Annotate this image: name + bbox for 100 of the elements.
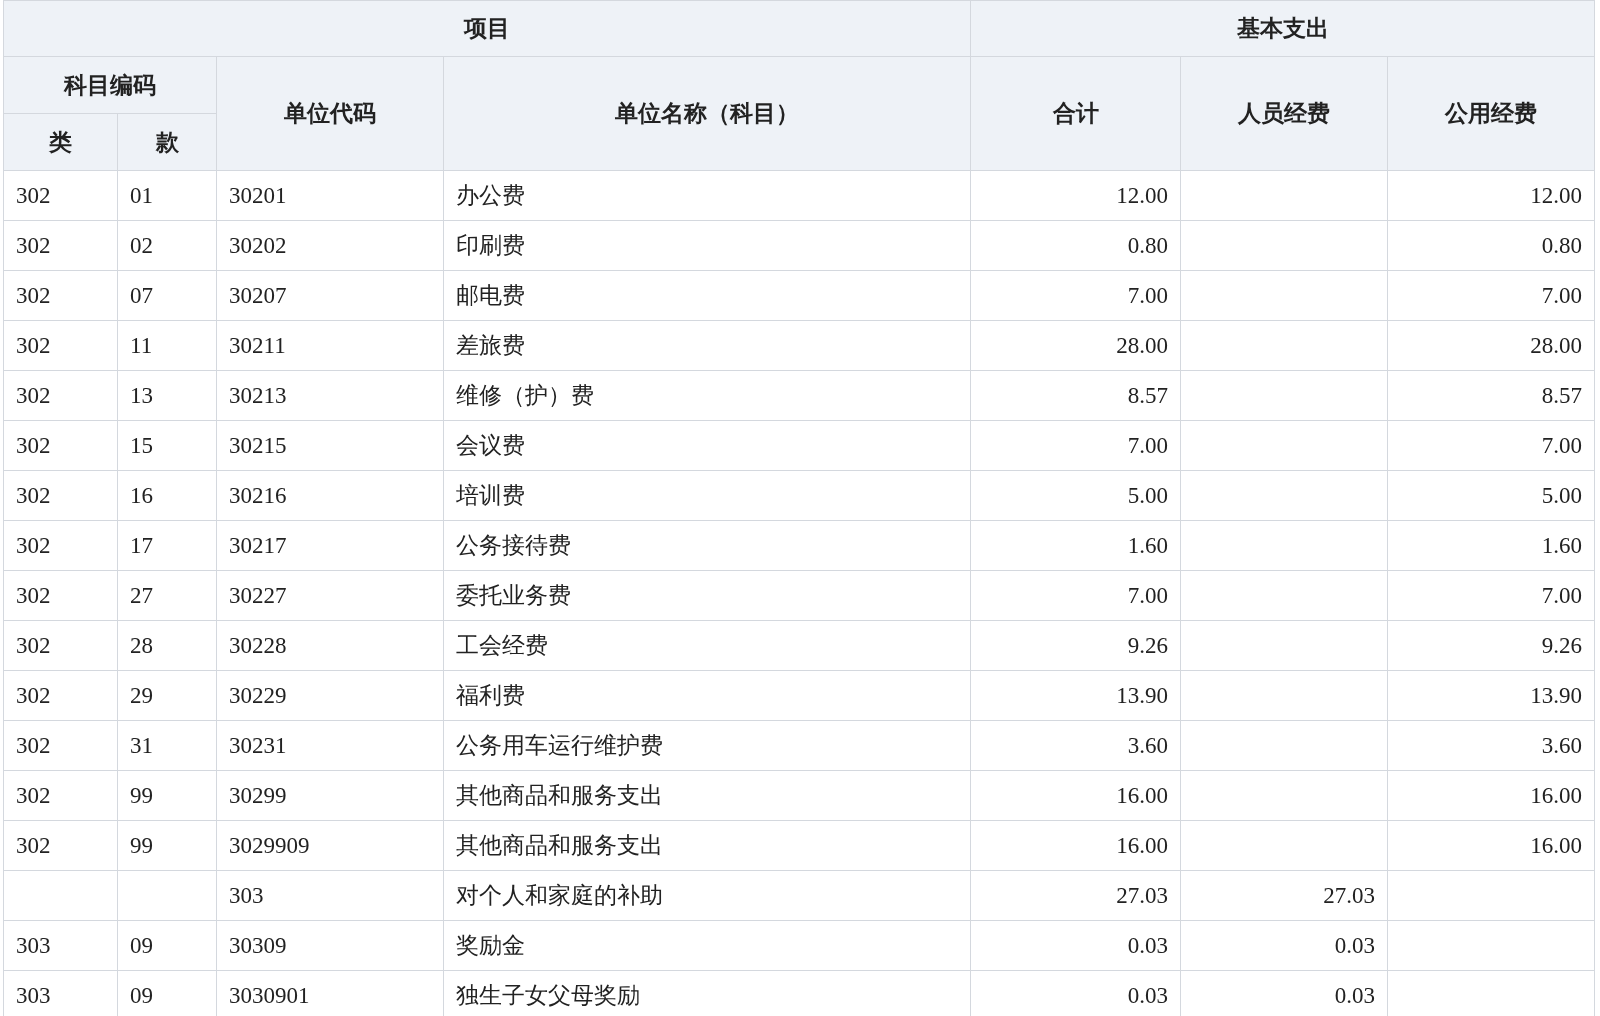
column-header: 基本支出 bbox=[970, 0, 1595, 57]
column-header: 公用经费 bbox=[1387, 56, 1595, 171]
table-cell: 302 bbox=[3, 470, 118, 521]
table-cell: 5.00 bbox=[1387, 470, 1595, 521]
table-cell: 30207 bbox=[216, 270, 444, 321]
table-cell: 09 bbox=[117, 920, 217, 971]
table-cell: 维修（护）费 bbox=[443, 370, 971, 421]
table-cell: 3.60 bbox=[1387, 720, 1595, 771]
table-cell: 3029909 bbox=[216, 820, 444, 871]
table-cell: 27.03 bbox=[1180, 870, 1388, 921]
table-cell: 28.00 bbox=[1387, 320, 1595, 371]
table-cell: 30229 bbox=[216, 670, 444, 721]
table-cell: 会议费 bbox=[443, 420, 971, 471]
table-cell: 16 bbox=[117, 470, 217, 521]
table-cell: 0.03 bbox=[970, 920, 1181, 971]
table-cell: 07 bbox=[117, 270, 217, 321]
table-cell: 对个人和家庭的补助 bbox=[443, 870, 971, 921]
table-cell: 29 bbox=[117, 670, 217, 721]
column-header: 单位名称（科目） bbox=[443, 56, 971, 171]
table-cell: 30215 bbox=[216, 420, 444, 471]
table-cell: 302 bbox=[3, 320, 118, 371]
table-cell: 27.03 bbox=[970, 870, 1181, 921]
table-cell: 工会经费 bbox=[443, 620, 971, 671]
table-cell: 28 bbox=[117, 620, 217, 671]
table-cell: 302 bbox=[3, 770, 118, 821]
table-cell: 差旅费 bbox=[443, 320, 971, 371]
table-cell: 30213 bbox=[216, 370, 444, 421]
table-cell: 17 bbox=[117, 520, 217, 571]
table-cell: 16.00 bbox=[1387, 820, 1595, 871]
column-header: 人员经费 bbox=[1180, 56, 1388, 171]
table-cell: 15 bbox=[117, 420, 217, 471]
table-cell: 303 bbox=[3, 920, 118, 971]
table-cell: 31 bbox=[117, 720, 217, 771]
table-cell: 0.80 bbox=[1387, 220, 1595, 271]
table-cell: 9.26 bbox=[1387, 620, 1595, 671]
table-cell: 302 bbox=[3, 720, 118, 771]
table-cell: 7.00 bbox=[970, 270, 1181, 321]
table-cell: 30217 bbox=[216, 520, 444, 571]
table-cell: 302 bbox=[3, 170, 118, 221]
table-cell: 30201 bbox=[216, 170, 444, 221]
table-cell: 30202 bbox=[216, 220, 444, 271]
table-cell: 0.80 bbox=[970, 220, 1181, 271]
table-cell: 302 bbox=[3, 620, 118, 671]
table-cell: 302 bbox=[3, 820, 118, 871]
table-cell: 8.57 bbox=[970, 370, 1181, 421]
table-cell: 16.00 bbox=[970, 770, 1181, 821]
table-cell: 302 bbox=[3, 520, 118, 571]
column-header: 单位代码 bbox=[216, 56, 444, 171]
table-cell: 30299 bbox=[216, 770, 444, 821]
table-cell: 公务用车运行维护费 bbox=[443, 720, 971, 771]
table-cell: 11 bbox=[117, 320, 217, 371]
table-cell: 0.03 bbox=[1180, 920, 1388, 971]
table-cell: 12.00 bbox=[1387, 170, 1595, 221]
table-cell: 9.26 bbox=[970, 620, 1181, 671]
table-cell: 1.60 bbox=[970, 520, 1181, 571]
table-cell: 8.57 bbox=[1387, 370, 1595, 421]
table-cell: 302 bbox=[3, 270, 118, 321]
table-cell: 7.00 bbox=[1387, 420, 1595, 471]
table-cell: 30216 bbox=[216, 470, 444, 521]
table-cell: 303 bbox=[216, 870, 444, 921]
table-cell: 1.60 bbox=[1387, 520, 1595, 571]
table-cell: 302 bbox=[3, 570, 118, 621]
table-cell: 5.00 bbox=[970, 470, 1181, 521]
table-cell: 30228 bbox=[216, 620, 444, 671]
table-cell: 30227 bbox=[216, 570, 444, 621]
table-cell: 99 bbox=[117, 820, 217, 871]
table-cell: 13.90 bbox=[1387, 670, 1595, 721]
table-cell: 302 bbox=[3, 670, 118, 721]
column-header: 科目编码 bbox=[3, 56, 217, 114]
table-cell: 302 bbox=[3, 220, 118, 271]
table-cell: 12.00 bbox=[970, 170, 1181, 221]
table-cell: 7.00 bbox=[970, 570, 1181, 621]
table-cell: 30309 bbox=[216, 920, 444, 971]
table-cell: 办公费 bbox=[443, 170, 971, 221]
table-cell: 27 bbox=[117, 570, 217, 621]
table-cell: 02 bbox=[117, 220, 217, 271]
table-cell: 28.00 bbox=[970, 320, 1181, 371]
table-cell: 30211 bbox=[216, 320, 444, 371]
table-cell: 邮电费 bbox=[443, 270, 971, 321]
table-cell: 7.00 bbox=[970, 420, 1181, 471]
table-cell: 其他商品和服务支出 bbox=[443, 770, 971, 821]
table-cell: 13 bbox=[117, 370, 217, 421]
table-cell: 7.00 bbox=[1387, 270, 1595, 321]
table-cell: 16.00 bbox=[1387, 770, 1595, 821]
column-header: 类 bbox=[3, 113, 118, 171]
column-header: 款 bbox=[117, 113, 217, 171]
table-cell: 30231 bbox=[216, 720, 444, 771]
table-cell: 16.00 bbox=[970, 820, 1181, 871]
table-cell: 其他商品和服务支出 bbox=[443, 820, 971, 871]
table-cell: 公务接待费 bbox=[443, 520, 971, 571]
table-cell: 302 bbox=[3, 420, 118, 471]
table-cell: 13.90 bbox=[970, 670, 1181, 721]
table-cell: 3.60 bbox=[970, 720, 1181, 771]
table-cell: 福利费 bbox=[443, 670, 971, 721]
table-cell: 印刷费 bbox=[443, 220, 971, 271]
table-cell: 302 bbox=[3, 370, 118, 421]
table-cell: 7.00 bbox=[1387, 570, 1595, 621]
table-cell: 奖励金 bbox=[443, 920, 971, 971]
column-header: 合计 bbox=[970, 56, 1181, 171]
table-cell: 培训费 bbox=[443, 470, 971, 521]
